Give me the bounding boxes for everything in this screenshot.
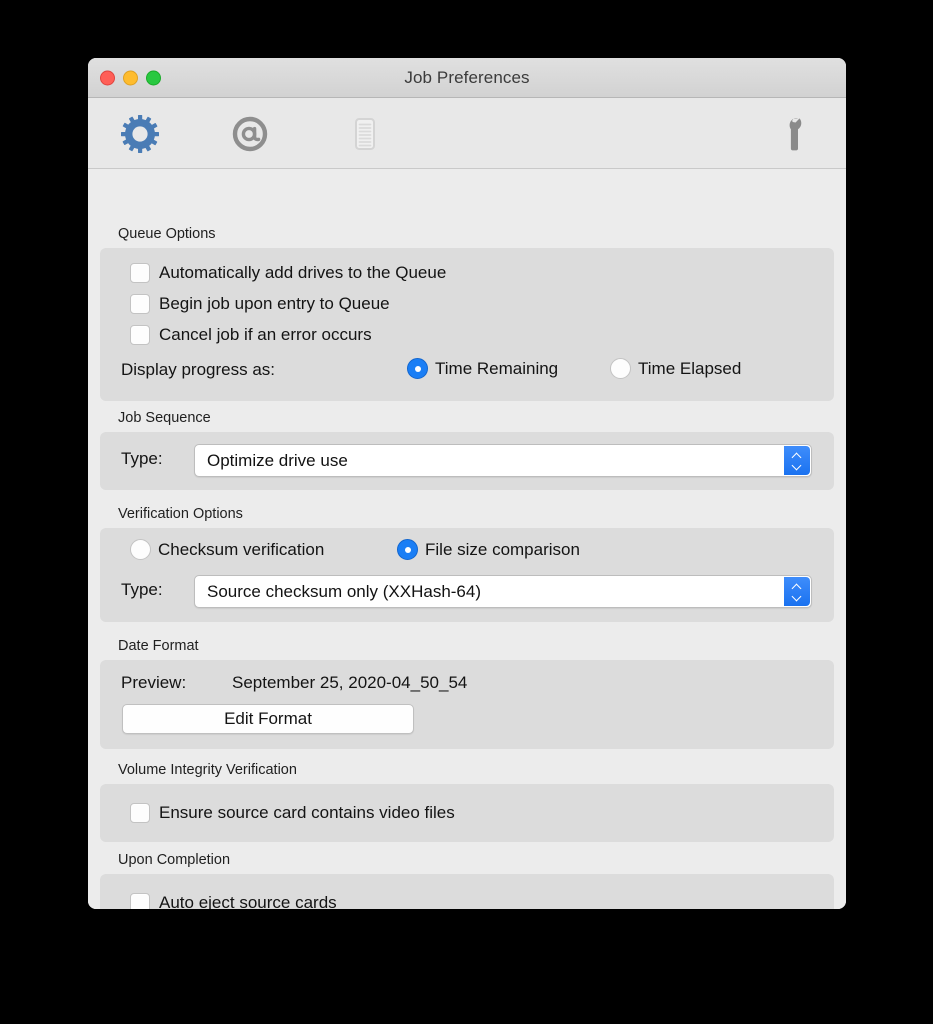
- label-display-progress: Display progress as:: [121, 360, 276, 379]
- groupbox-verification-options: Checksum verification File size comparis…: [100, 528, 834, 622]
- edit-format-button[interactable]: Edit Format: [122, 704, 414, 734]
- window-title: Job Preferences: [404, 67, 530, 87]
- checkbox-label-cancel-job: Cancel job if an error occurs: [159, 325, 372, 344]
- radio-row-file-size-comparison[interactable]: File size comparison: [397, 539, 580, 560]
- checkbox-label-ensure-video-files: Ensure source card contains video files: [159, 803, 455, 822]
- chevron-updown-icon-verification[interactable]: [784, 577, 810, 606]
- preferences-toolbar: [88, 98, 846, 169]
- close-button[interactable]: [100, 70, 115, 85]
- checkbox-row-auto-add-drives[interactable]: Automatically add drives to the Queue: [130, 263, 446, 283]
- toolbar-item-advanced[interactable]: [764, 112, 824, 160]
- section-label-upon-completion: Upon Completion: [118, 852, 231, 868]
- radio-label-checksum-verification: Checksum verification: [158, 539, 325, 559]
- label-verification-type: Type:: [121, 580, 163, 599]
- value-date-preview: September 25, 2020-04_50_54: [232, 673, 468, 692]
- label-date-preview: Preview:: [121, 673, 187, 692]
- section-upon-completion: Upon Completion Auto eject source cards: [100, 851, 834, 909]
- chevron-down-icon: [793, 593, 802, 598]
- popup-job-sequence-type[interactable]: Optimize drive use: [194, 444, 812, 477]
- toolbar-item-general[interactable]: [110, 112, 170, 160]
- chevron-up-icon: [793, 585, 802, 590]
- gear-icon: [120, 114, 160, 159]
- radio-row-time-remaining[interactable]: Time Remaining: [407, 358, 558, 379]
- wrench-icon: [774, 114, 814, 159]
- preferences-content: Queue Options Automatically add drives t…: [88, 169, 846, 909]
- radio-label-time-elapsed: Time Elapsed: [638, 358, 742, 378]
- groupbox-upon-completion: Auto eject source cards: [100, 874, 834, 909]
- groupbox-volume-integrity: Ensure source card contains video files: [100, 784, 834, 842]
- groupbox-job-sequence: Type: Optimize drive use: [100, 432, 834, 490]
- label-job-sequence-type: Type:: [121, 449, 163, 468]
- window-titlebar: Job Preferences: [88, 58, 846, 98]
- section-label-queue-options: Queue Options: [118, 226, 216, 242]
- chevron-updown-icon-job-sequence[interactable]: [784, 446, 810, 475]
- groupbox-date-format: Preview: September 25, 2020-04_50_54 Edi…: [100, 660, 834, 749]
- job-preferences-window: Job Preferences Queue Options Automatica…: [88, 58, 846, 909]
- traffic-light-group: [100, 70, 161, 85]
- checkbox-label-begin-job: Begin job upon entry to Queue: [159, 294, 390, 313]
- checkbox-row-begin-job[interactable]: Begin job upon entry to Queue: [130, 294, 390, 314]
- at-icon: [230, 114, 270, 159]
- checkbox-label-auto-add-drives: Automatically add drives to the Queue: [159, 263, 447, 282]
- chevron-down-icon: [793, 462, 802, 467]
- section-label-date-format: Date Format: [118, 638, 199, 654]
- section-job-sequence: Job Sequence Type: Optimize drive use: [100, 409, 834, 490]
- radio-row-time-elapsed[interactable]: Time Elapsed: [610, 358, 741, 379]
- radio-file-size-comparison[interactable]: [397, 539, 418, 560]
- checkbox-row-cancel-job[interactable]: Cancel job if an error occurs: [130, 325, 372, 345]
- radio-label-file-size-comparison: File size comparison: [425, 539, 580, 559]
- checkbox-ensure-video-files[interactable]: [130, 803, 150, 823]
- minimize-button[interactable]: [123, 70, 138, 85]
- section-label-volume-integrity: Volume Integrity Verification: [118, 762, 297, 778]
- section-volume-integrity: Volume Integrity Verification Ensure sou…: [100, 761, 834, 842]
- section-date-format: Date Format Preview: September 25, 2020-…: [100, 637, 834, 749]
- checkbox-cancel-job[interactable]: [130, 325, 150, 345]
- checkbox-auto-eject[interactable]: [130, 893, 150, 909]
- section-queue-options: Queue Options Automatically add drives t…: [100, 225, 834, 401]
- chevron-up-icon: [793, 454, 802, 459]
- radio-label-time-remaining: Time Remaining: [435, 358, 559, 378]
- toolbar-item-reports[interactable]: [335, 112, 395, 160]
- radio-checksum-verification[interactable]: [130, 539, 151, 560]
- zoom-button[interactable]: [146, 70, 161, 85]
- section-label-job-sequence: Job Sequence: [118, 410, 211, 426]
- checkbox-begin-job[interactable]: [130, 294, 150, 314]
- section-label-verification-options: Verification Options: [118, 506, 243, 522]
- checkbox-row-ensure-video-files[interactable]: Ensure source card contains video files: [130, 803, 455, 823]
- popup-value-job-sequence-type: Optimize drive use: [207, 450, 348, 470]
- popup-value-verification-type: Source checksum only (XXHash-64): [207, 581, 482, 601]
- checkbox-auto-add-drives[interactable]: [130, 263, 150, 283]
- radio-time-remaining[interactable]: [407, 358, 428, 379]
- radio-row-checksum-verification[interactable]: Checksum verification: [130, 539, 324, 560]
- popup-verification-type[interactable]: Source checksum only (XXHash-64): [194, 575, 812, 608]
- groupbox-queue-options: Automatically add drives to the Queue Be…: [100, 248, 834, 401]
- radio-time-elapsed[interactable]: [610, 358, 631, 379]
- section-verification-options: Verification Options Checksum verificati…: [100, 505, 834, 622]
- checkbox-label-auto-eject: Auto eject source cards: [159, 893, 337, 909]
- checkbox-row-auto-eject[interactable]: Auto eject source cards: [130, 893, 337, 909]
- toolbar-item-email[interactable]: [220, 112, 280, 160]
- document-icon: [345, 114, 385, 159]
